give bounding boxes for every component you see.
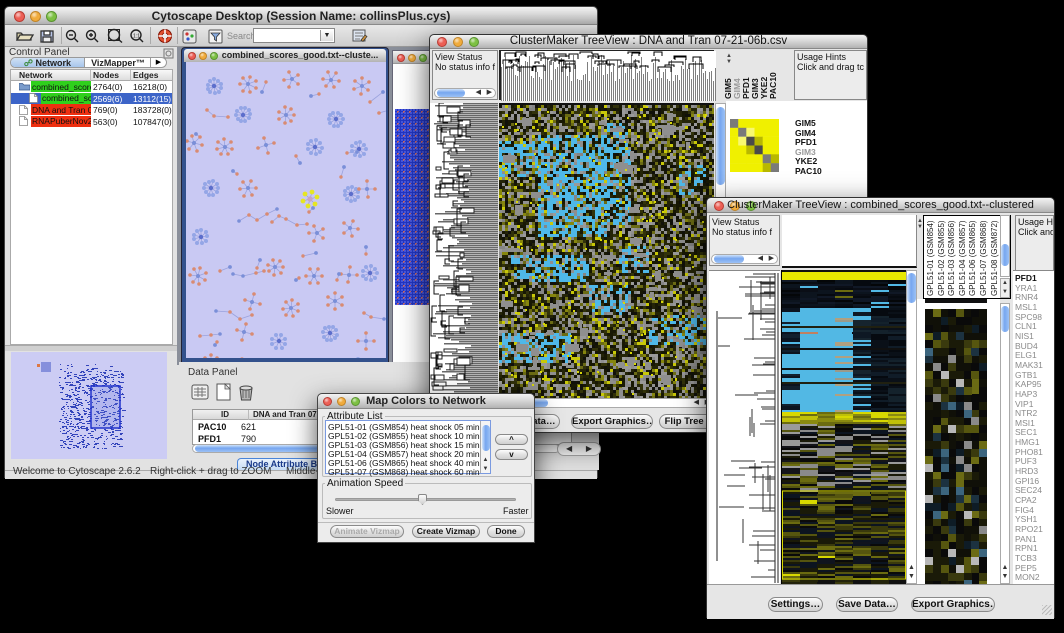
svg-text:GPL51-06 (GSM865): GPL51-06 (GSM865) — [968, 220, 977, 296]
svg-text:GPL51-07 (GSM868): GPL51-07 (GSM868) — [979, 220, 988, 296]
svg-text:GPL51-04 (GSM857): GPL51-04 (GSM857) — [958, 220, 967, 296]
svg-text:GPL51-02 (GSM855): GPL51-02 (GSM855) — [937, 220, 946, 296]
svg-text:GPL51-08 (GSM872): GPL51-08 (GSM872) — [990, 220, 999, 296]
svg-text:GPL51-03 (GSM856): GPL51-03 (GSM856) — [947, 220, 956, 296]
svg-text:1:1: 1:1 — [133, 34, 140, 40]
svg-text:PAC10: PAC10 — [768, 72, 778, 99]
svg-text:GPL51-01 (GSM854): GPL51-01 (GSM854) — [926, 220, 935, 296]
